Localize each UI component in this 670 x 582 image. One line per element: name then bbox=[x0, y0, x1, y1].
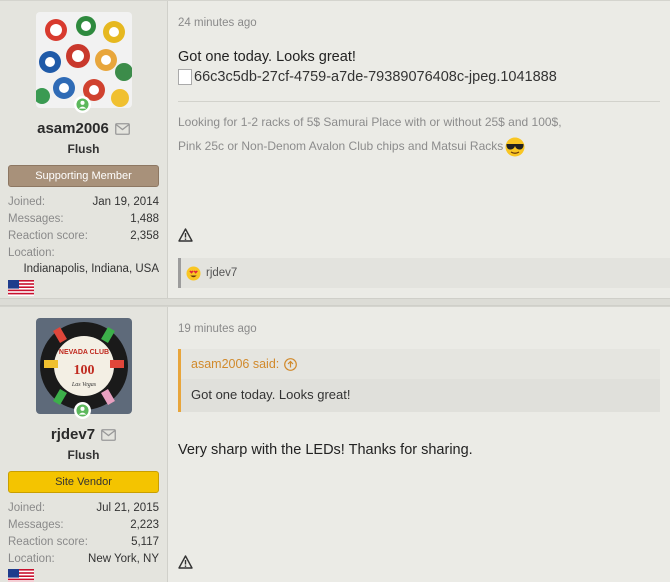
us-flag-icon bbox=[8, 569, 159, 582]
user-title: Flush bbox=[67, 448, 100, 462]
quote-author[interactable]: asam2006 said: bbox=[191, 357, 279, 371]
sunglasses-emoji-icon bbox=[505, 137, 525, 157]
report-warning-icon[interactable] bbox=[178, 555, 193, 569]
stat-label: Location: bbox=[8, 552, 55, 565]
stat-reaction: Reaction score: 5,117 bbox=[8, 533, 159, 550]
stat-value: Jan 19, 2014 bbox=[92, 195, 159, 208]
online-status-icon bbox=[73, 96, 91, 113]
location-value[interactable]: New York, NY bbox=[88, 553, 159, 565]
user-stats: Joined: Jan 19, 2014 Messages: 1,488 React… bbox=[8, 193, 159, 296]
envelope-icon[interactable] bbox=[101, 428, 116, 441]
stat-label: Reaction score: bbox=[8, 535, 88, 548]
stat-value[interactable]: 2,223 bbox=[130, 519, 159, 531]
broken-image-icon bbox=[178, 69, 192, 85]
stat-label: Reaction score: bbox=[8, 229, 88, 242]
location-value[interactable]: Indianapolis, Indiana, USA bbox=[8, 261, 159, 278]
quote-header[interactable]: asam2006 said: bbox=[181, 349, 660, 379]
stat-location: Location: New York, NY bbox=[8, 550, 159, 567]
stat-joined: Joined: Jul 21, 2015 bbox=[8, 499, 159, 516]
post-content: 24 minutes ago Got one today. Looks grea… bbox=[168, 1, 670, 298]
stat-value: 2,358 bbox=[130, 229, 159, 242]
stat-value: Jul 21, 2015 bbox=[96, 501, 159, 514]
svg-text:Las Vegas: Las Vegas bbox=[70, 382, 96, 388]
reactions-bar[interactable]: rjdev7 bbox=[178, 258, 670, 288]
signature: Looking for 1-2 racks of 5$ Samurai Plac… bbox=[178, 101, 660, 158]
avatar-wrap bbox=[35, 12, 132, 113]
user-stats: Joined: Jul 21, 2015 Messages: 2,223 React… bbox=[8, 499, 159, 582]
envelope-icon[interactable] bbox=[114, 122, 130, 135]
report-warning-icon[interactable] bbox=[178, 228, 193, 242]
quote-block: asam2006 said: Got one today. Looks grea… bbox=[178, 349, 660, 412]
post-content: 19 minutes ago asam2006 said: Got one to… bbox=[168, 307, 670, 582]
stat-reaction: Reaction score: 2,358 bbox=[8, 227, 159, 244]
post-timestamp[interactable]: 19 minutes ago bbox=[178, 323, 660, 335]
broken-image[interactable]: 66c3c5db-27cf-4759-a7de-79389076408c-jpe… bbox=[178, 67, 660, 87]
site-vendor-banner: Site Vendor bbox=[8, 471, 159, 493]
username-row: rjdev7 bbox=[8, 426, 159, 443]
stat-value: 5,117 bbox=[131, 535, 159, 548]
signature-line: Pink 25c or Non-Denom Avalon Club chips … bbox=[178, 139, 504, 153]
image-alt-text: 66c3c5db-27cf-4759-a7de-79389076408c-jpe… bbox=[194, 69, 557, 85]
stat-location: Location: bbox=[8, 244, 159, 261]
avatar[interactable] bbox=[35, 12, 132, 108]
signature-line: Looking for 1-2 racks of 5$ Samurai Plac… bbox=[178, 115, 562, 129]
stat-label: Messages: bbox=[8, 212, 64, 225]
user-title: Flush bbox=[67, 142, 100, 156]
post: asam2006 Flush Supporting Member Joined:… bbox=[0, 0, 670, 298]
svg-text:100: 100 bbox=[73, 363, 94, 378]
thread: asam2006 Flush Supporting Member Joined:… bbox=[0, 0, 670, 582]
message-text: Got one today. Looks great! bbox=[178, 49, 356, 65]
post: NEVADA CLUB 100 Las Vegas rjdev7 Flush S… bbox=[0, 306, 670, 582]
post-timestamp[interactable]: 24 minutes ago bbox=[178, 17, 660, 29]
stat-messages: Messages: 1,488 bbox=[8, 210, 159, 227]
username[interactable]: asam2006 bbox=[37, 120, 109, 137]
stat-label: Messages: bbox=[8, 518, 64, 531]
reaction-user[interactable]: rjdev7 bbox=[206, 267, 237, 279]
avatar-wrap: NEVADA CLUB 100 Las Vegas bbox=[35, 318, 132, 419]
post-message: Very sharp with the LEDs! Thanks for sha… bbox=[178, 442, 473, 458]
stat-label: Joined: bbox=[8, 501, 46, 514]
stat-label: Joined: bbox=[8, 195, 46, 208]
avatar[interactable]: NEVADA CLUB 100 Las Vegas bbox=[35, 318, 132, 414]
stat-joined: Joined: Jan 19, 2014 bbox=[8, 193, 159, 210]
stat-value[interactable]: 1,488 bbox=[130, 213, 159, 225]
svg-text:NEVADA CLUB: NEVADA CLUB bbox=[58, 349, 108, 356]
stat-label: Location: bbox=[8, 246, 55, 259]
username-row: asam2006 bbox=[8, 120, 159, 137]
online-status-icon bbox=[73, 402, 91, 419]
post-message: Got one today. Looks great! 66c3c5db-27c… bbox=[178, 47, 660, 87]
stat-messages: Messages: 2,223 bbox=[8, 516, 159, 533]
user-panel: asam2006 Flush Supporting Member Joined:… bbox=[0, 1, 168, 298]
user-panel: NEVADA CLUB 100 Las Vegas rjdev7 Flush S… bbox=[0, 307, 168, 582]
heart-eyes-emoji-icon bbox=[186, 266, 201, 280]
signature-line-with-emoji: Pink 25c or Non-Denom Avalon Club chips … bbox=[178, 134, 660, 158]
quote-text: Got one today. Looks great! bbox=[181, 379, 660, 412]
arrow-up-circle-icon[interactable] bbox=[284, 357, 298, 371]
post-separator bbox=[0, 298, 670, 306]
us-flag-icon bbox=[8, 280, 159, 296]
username[interactable]: rjdev7 bbox=[51, 426, 95, 443]
supporting-member-banner: Supporting Member bbox=[8, 165, 159, 187]
